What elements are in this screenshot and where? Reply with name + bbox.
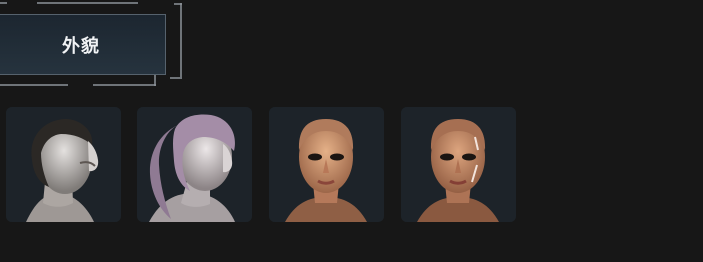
appearance-tab[interactable]: 外貌 [0,14,166,75]
frame-bottom-mid [93,84,156,86]
appearance-option-1[interactable] [6,107,121,222]
appearance-option-3[interactable] [269,107,384,222]
frame-top-mid [37,2,138,4]
appearance-option-4[interactable] [401,107,516,222]
frame-right-vertical [180,3,182,77]
head-side-icon [6,107,121,222]
frame-bottom-right [170,77,182,79]
frame-bottom-left [0,84,68,86]
frame-top-left [0,2,7,4]
appearance-option-2[interactable] [137,107,252,222]
appearance-tab-label: 外貌 [62,35,100,57]
face-front-markings-icon [401,107,516,222]
ponytail-head-icon [137,107,252,222]
face-front-icon [269,107,384,222]
